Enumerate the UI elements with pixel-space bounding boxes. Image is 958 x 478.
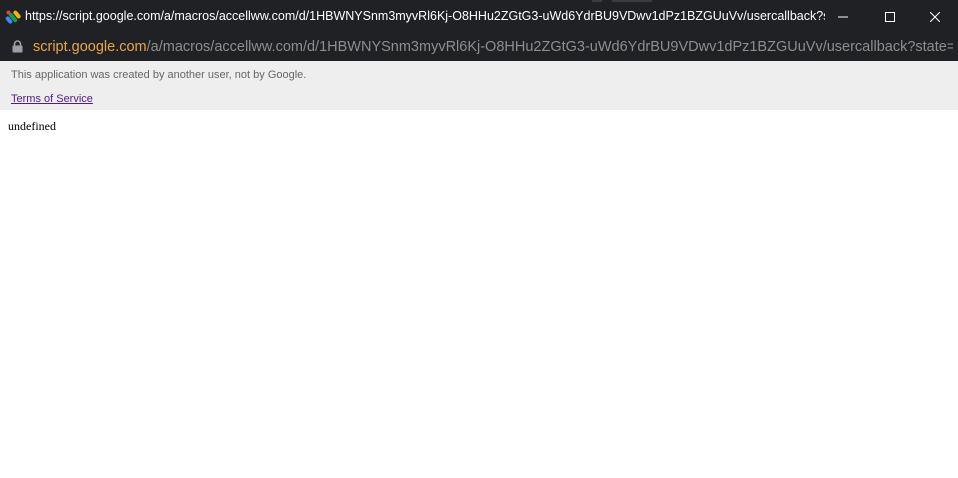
terms-of-service-link[interactable]: Terms of Service xyxy=(11,93,93,105)
title-bar[interactable]: https://script.google.com/a/macros/accel… xyxy=(0,0,958,33)
address-bar[interactable]: script.google.com/a/macros/accellww.com/… xyxy=(0,33,958,61)
warning-banner: This application was created by another … xyxy=(0,61,958,110)
browser-popup-window: https://script.google.com/a/macros/accel… xyxy=(0,0,958,478)
title-bar-notch xyxy=(612,0,652,2)
minimize-icon xyxy=(838,12,848,22)
window-title: https://script.google.com/a/macros/accel… xyxy=(25,9,825,23)
minimize-button[interactable] xyxy=(820,0,866,33)
url-display[interactable]: script.google.com/a/macros/accellww.com/… xyxy=(33,33,953,61)
maximize-button[interactable] xyxy=(867,0,913,33)
close-button[interactable] xyxy=(912,0,958,33)
close-icon xyxy=(930,11,940,22)
apps-script-icon xyxy=(5,9,21,25)
url-path: /a/macros/accellww.com/d/1HBWNYSnm3myvRl… xyxy=(146,39,953,55)
maximize-icon xyxy=(885,11,895,22)
url-host: script.google.com xyxy=(33,39,147,55)
page-body-text: undefined xyxy=(8,119,56,133)
title-bar-notch xyxy=(592,0,602,2)
banner-notice-text: This application was created by another … xyxy=(11,69,307,81)
lock-icon[interactable] xyxy=(12,40,23,53)
